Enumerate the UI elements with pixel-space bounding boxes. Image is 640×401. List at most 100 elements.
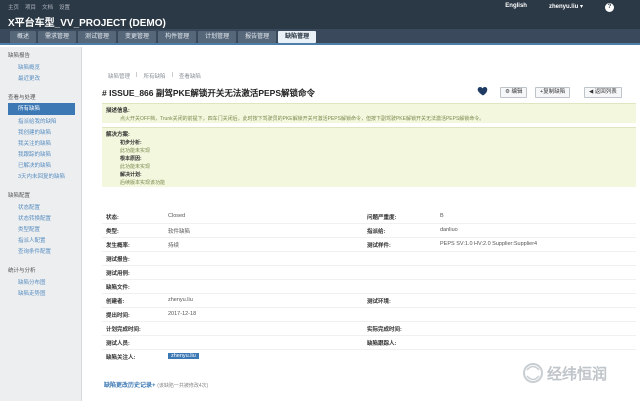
sidebar-group-title: 统计与分析 (8, 268, 36, 274)
test-env-label: 测试环境: (367, 299, 391, 305)
status-label: 状态: (106, 215, 119, 221)
breadcrumb-item[interactable]: 缺陷管理 (108, 72, 130, 80)
test-report-label: 测试报告: (106, 257, 130, 263)
sidebar-item-status-config[interactable]: 状态配置 (0, 201, 81, 212)
field-row: 提出时间: 2017-12-18 (102, 308, 636, 322)
help-icon[interactable]: ? (605, 3, 614, 12)
change-history-note: (该缺陷一共被修改4次) (157, 383, 209, 389)
creator-label: 创建者: (106, 299, 125, 305)
field-row: 发生概率: 持续 测试样件: PEPS SV:1.0 HV:2.0 Suppli… (102, 238, 636, 252)
breadcrumb-separator: | (136, 72, 138, 78)
solution-box: 解决方案: 初步分析: 此功能未实现 根本原因: 此功能未实现 解决计划: 后续… (102, 127, 636, 187)
test-case-label: 测试用例: (106, 271, 130, 277)
watcher-tag[interactable]: zhenyu.liu (168, 353, 199, 359)
tab-overview[interactable]: 概述 (10, 31, 37, 43)
change-history-link[interactable]: 缺陷更改历史记录+ (104, 383, 156, 389)
sidebar-item-watched[interactable]: 我关注的缺陷 (0, 137, 81, 148)
tab-planning[interactable]: 计划管理 (198, 31, 237, 43)
sidebar-item-query-config[interactable]: 查询条件配置 (0, 245, 81, 256)
edit-button[interactable]: ⚙ 编辑 (500, 87, 528, 98)
sidebar-item-trend[interactable]: 缺陷走势图 (0, 287, 81, 298)
type-value: 软件缺陷 (168, 229, 191, 235)
status-value: Closed (168, 213, 186, 219)
severity-value: B (440, 213, 444, 219)
test-sample-value: PEPS SV:1.0 HV:2.0 Supplier:Supplier4 (440, 241, 538, 247)
sidebar-item-transition-config[interactable]: 状态转换配置 (0, 212, 81, 223)
creator-value: zhenyu.liu (168, 297, 193, 303)
top-links: 主页 项目 文档 设置 (8, 3, 70, 11)
tab-testing[interactable]: 测试管理 (78, 31, 117, 43)
top-link-docs[interactable]: 文档 (42, 3, 53, 11)
frequency-value: 持续 (168, 243, 180, 249)
sidebar-item-unanswered[interactable]: 3天内未回复的缺陷 (0, 170, 81, 181)
solution-value: 此功能未实现 (120, 164, 151, 170)
heart-icon[interactable] (477, 85, 489, 97)
breadcrumb-item[interactable]: 所有缺陷 (143, 72, 165, 80)
solution-label: 解决方案: (106, 132, 130, 138)
back-to-list-button[interactable]: ◀ 返回列表 (584, 87, 622, 98)
copy-defect-button[interactable]: +复制缺陷 (535, 87, 571, 98)
user-menu[interactable]: zhenyu.liu ▾ (549, 3, 583, 12)
sidebar-item-distribution[interactable]: 缺陷分布图 (0, 276, 81, 287)
attachment-label: 缺陷文件: (106, 285, 130, 291)
solution-value: 此功能未实现 (120, 148, 151, 154)
top-link-home[interactable]: 主页 (8, 3, 19, 11)
breadcrumb: 缺陷管理 | 所有缺陷 | 查看缺陷 (108, 72, 201, 80)
watcher-label: 缺陷关注人: (106, 355, 136, 361)
description-box: 描述信息: 点火开关OFF档，Trunk关闭的前提下，四车门关闭后，此时按下驾驶… (102, 103, 636, 123)
description-text: 点火开关OFF档，Trunk关闭的前提下，四车门关闭后，此时按下驾驶员的PKE解… (120, 116, 485, 122)
top-link-projects[interactable]: 项目 (25, 3, 36, 11)
sidebar-item-tracked[interactable]: 我跟踪的缺陷 (0, 148, 81, 159)
tab-requirements[interactable]: 需求管理 (38, 31, 77, 43)
sidebar-item-all-defects[interactable]: 所有缺陷 (8, 103, 75, 115)
top-bar: 主页 项目 文档 设置 English zhenyu.liu ▾ ? X平台车型… (0, 0, 640, 29)
field-row: 计划完成时间: 实际完成时间: (102, 322, 636, 336)
sidebar-item-assignee-config[interactable]: 指派人配置 (0, 234, 81, 245)
issue-title: # ISSUE_866 副驾PKE解锁开关无法激活PEPS解锁命令 (102, 88, 316, 98)
sidebar: 缺陷报告 缺陷概览 最近更改 查看与处理 所有缺陷 指派给我的缺陷 我创建的缺陷… (0, 47, 82, 401)
sidebar-group-title: 缺陷配置 (8, 193, 31, 199)
top-right: English zhenyu.liu ▾ ? (505, 3, 614, 12)
sidebar-group-title: 缺陷报告 (8, 53, 31, 59)
sidebar-item-type-config[interactable]: 类型配置 (0, 223, 81, 234)
tab-components[interactable]: 构件管理 (158, 31, 197, 43)
field-row: 状态: Closed 问题严重度: B (102, 210, 636, 224)
user-name: zhenyu.liu (548, 4, 579, 10)
tab-reports[interactable]: 报告管理 (238, 31, 277, 43)
tester-label: 测试人员: (106, 341, 130, 347)
sidebar-group-title: 查看与处理 (8, 95, 36, 101)
field-row: 测试人员: 缺陷跟踪人: (102, 336, 636, 350)
change-history: 缺陷更改历史记录+ (该缺陷一共被修改4次) (104, 380, 208, 389)
sidebar-item-resolved[interactable]: 已解决的缺陷 (0, 159, 81, 170)
field-row: 测试用例: (102, 266, 636, 280)
main-content: 缺陷管理 | 所有缺陷 | 查看缺陷 # ISSUE_866 副驾PKE解锁开关… (88, 47, 636, 401)
planned-date-label: 计划完成时间: (106, 327, 141, 333)
language-switch[interactable]: English (505, 3, 527, 12)
sidebar-item-created[interactable]: 我创建的缺陷 (0, 126, 81, 137)
sidebar-item-assigned[interactable]: 指派给我的缺陷 (0, 115, 81, 126)
field-row: 类型: 软件缺陷 指派给: danliuo (102, 224, 636, 238)
description-label: 描述信息: (106, 108, 130, 114)
created-date-label: 提出时间: (106, 313, 130, 319)
solution-key: 根本原因: (120, 156, 142, 162)
assignee-value: danliuo (440, 227, 458, 233)
top-link-settings[interactable]: 设置 (59, 3, 70, 11)
tracker-label: 缺陷跟踪人: (367, 341, 397, 347)
test-sample-label: 测试样件: (367, 243, 391, 249)
breadcrumb-separator: | (171, 72, 173, 78)
solution-value: 后续版本实现该功能 (120, 180, 166, 186)
field-row: 创建者: zhenyu.liu 测试环境: (102, 294, 636, 308)
frequency-label: 发生概率: (106, 243, 130, 249)
tab-changes[interactable]: 变更管理 (118, 31, 157, 43)
sidebar-item-overview[interactable]: 缺陷概览 (0, 61, 81, 72)
module-nav: 概述 需求管理 测试管理 变更管理 构件管理 计划管理 报告管理 缺陷管理 (0, 29, 640, 45)
chevron-down-icon: ▾ (579, 4, 583, 10)
sidebar-item-recent[interactable]: 最近更改 (0, 72, 81, 83)
created-date-value: 2017-12-18 (168, 311, 197, 317)
breadcrumb-item: 查看缺陷 (178, 74, 201, 80)
tab-defects[interactable]: 缺陷管理 (278, 31, 317, 43)
solution-key: 初步分析: (120, 140, 142, 146)
project-title: X平台车型_VV_PROJECT (DEMO) (8, 18, 166, 29)
brand-watermark: 经纬恒润 (523, 363, 607, 383)
solution-key: 解决计划: (120, 172, 142, 178)
